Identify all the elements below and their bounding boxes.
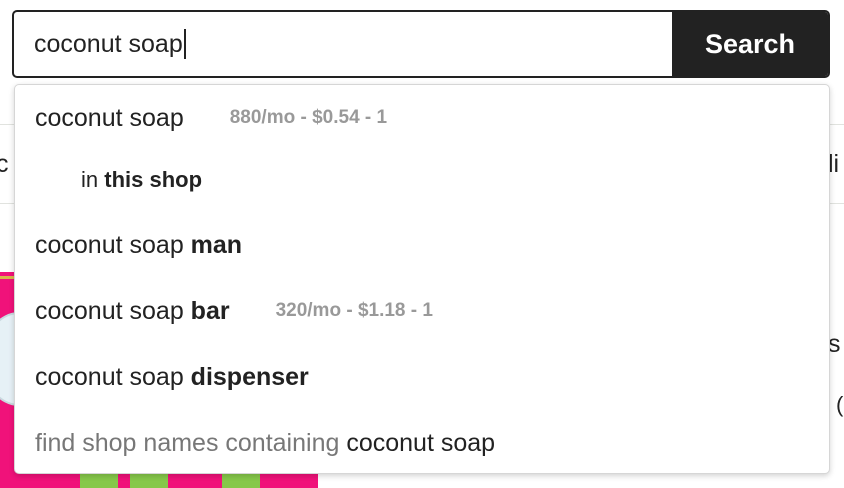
suggestion-completion: man: [190, 230, 243, 259]
page: c li s ( coconut soap Search coconut soa…: [0, 0, 844, 488]
suggestion-item[interactable]: coconut soap bar 320/mo - $1.18 - 1: [35, 286, 809, 336]
suggestion-item[interactable]: coconut soap 880/mo - $0.54 - 1: [35, 93, 809, 143]
search-bar: coconut soap Search: [12, 10, 830, 78]
text-caret: [183, 29, 186, 59]
suggestion-completion: dispenser: [190, 362, 309, 391]
search-query-text: coconut soap: [34, 29, 183, 58]
find-shop-term: coconut soap: [346, 428, 496, 457]
suggestion-find-shop-names[interactable]: find shop names containing coconut soap: [35, 418, 809, 468]
suggestion-stats: 880/mo - $0.54 - 1: [229, 107, 388, 128]
background-nav-text: c: [0, 150, 9, 178]
suggestion-text: coconut soap: [35, 362, 191, 391]
search-button[interactable]: Search: [672, 12, 828, 76]
find-shop-prefix: find shop names containing: [35, 428, 347, 457]
search-suggestions-dropdown: coconut soap 880/mo - $0.54 - 1 in this …: [14, 84, 830, 474]
search-input[interactable]: coconut soap: [14, 12, 672, 76]
suggestion-text: coconut soap: [35, 103, 184, 132]
suggestion-text: coconut soap: [35, 296, 191, 325]
suggestion-text: coconut soap: [35, 230, 191, 259]
suggestion-item[interactable]: coconut soap man: [35, 220, 809, 270]
scope-label: this shop: [104, 167, 203, 192]
background-text: (: [836, 392, 844, 417]
suggestion-completion: bar: [190, 296, 230, 325]
suggestion-stats: 320/mo - $1.18 - 1: [275, 300, 433, 321]
scope-prefix: in: [81, 167, 105, 192]
suggestion-item[interactable]: coconut soap dispenser: [35, 352, 809, 402]
suggestion-scope-this-shop[interactable]: in this shop: [81, 155, 809, 205]
